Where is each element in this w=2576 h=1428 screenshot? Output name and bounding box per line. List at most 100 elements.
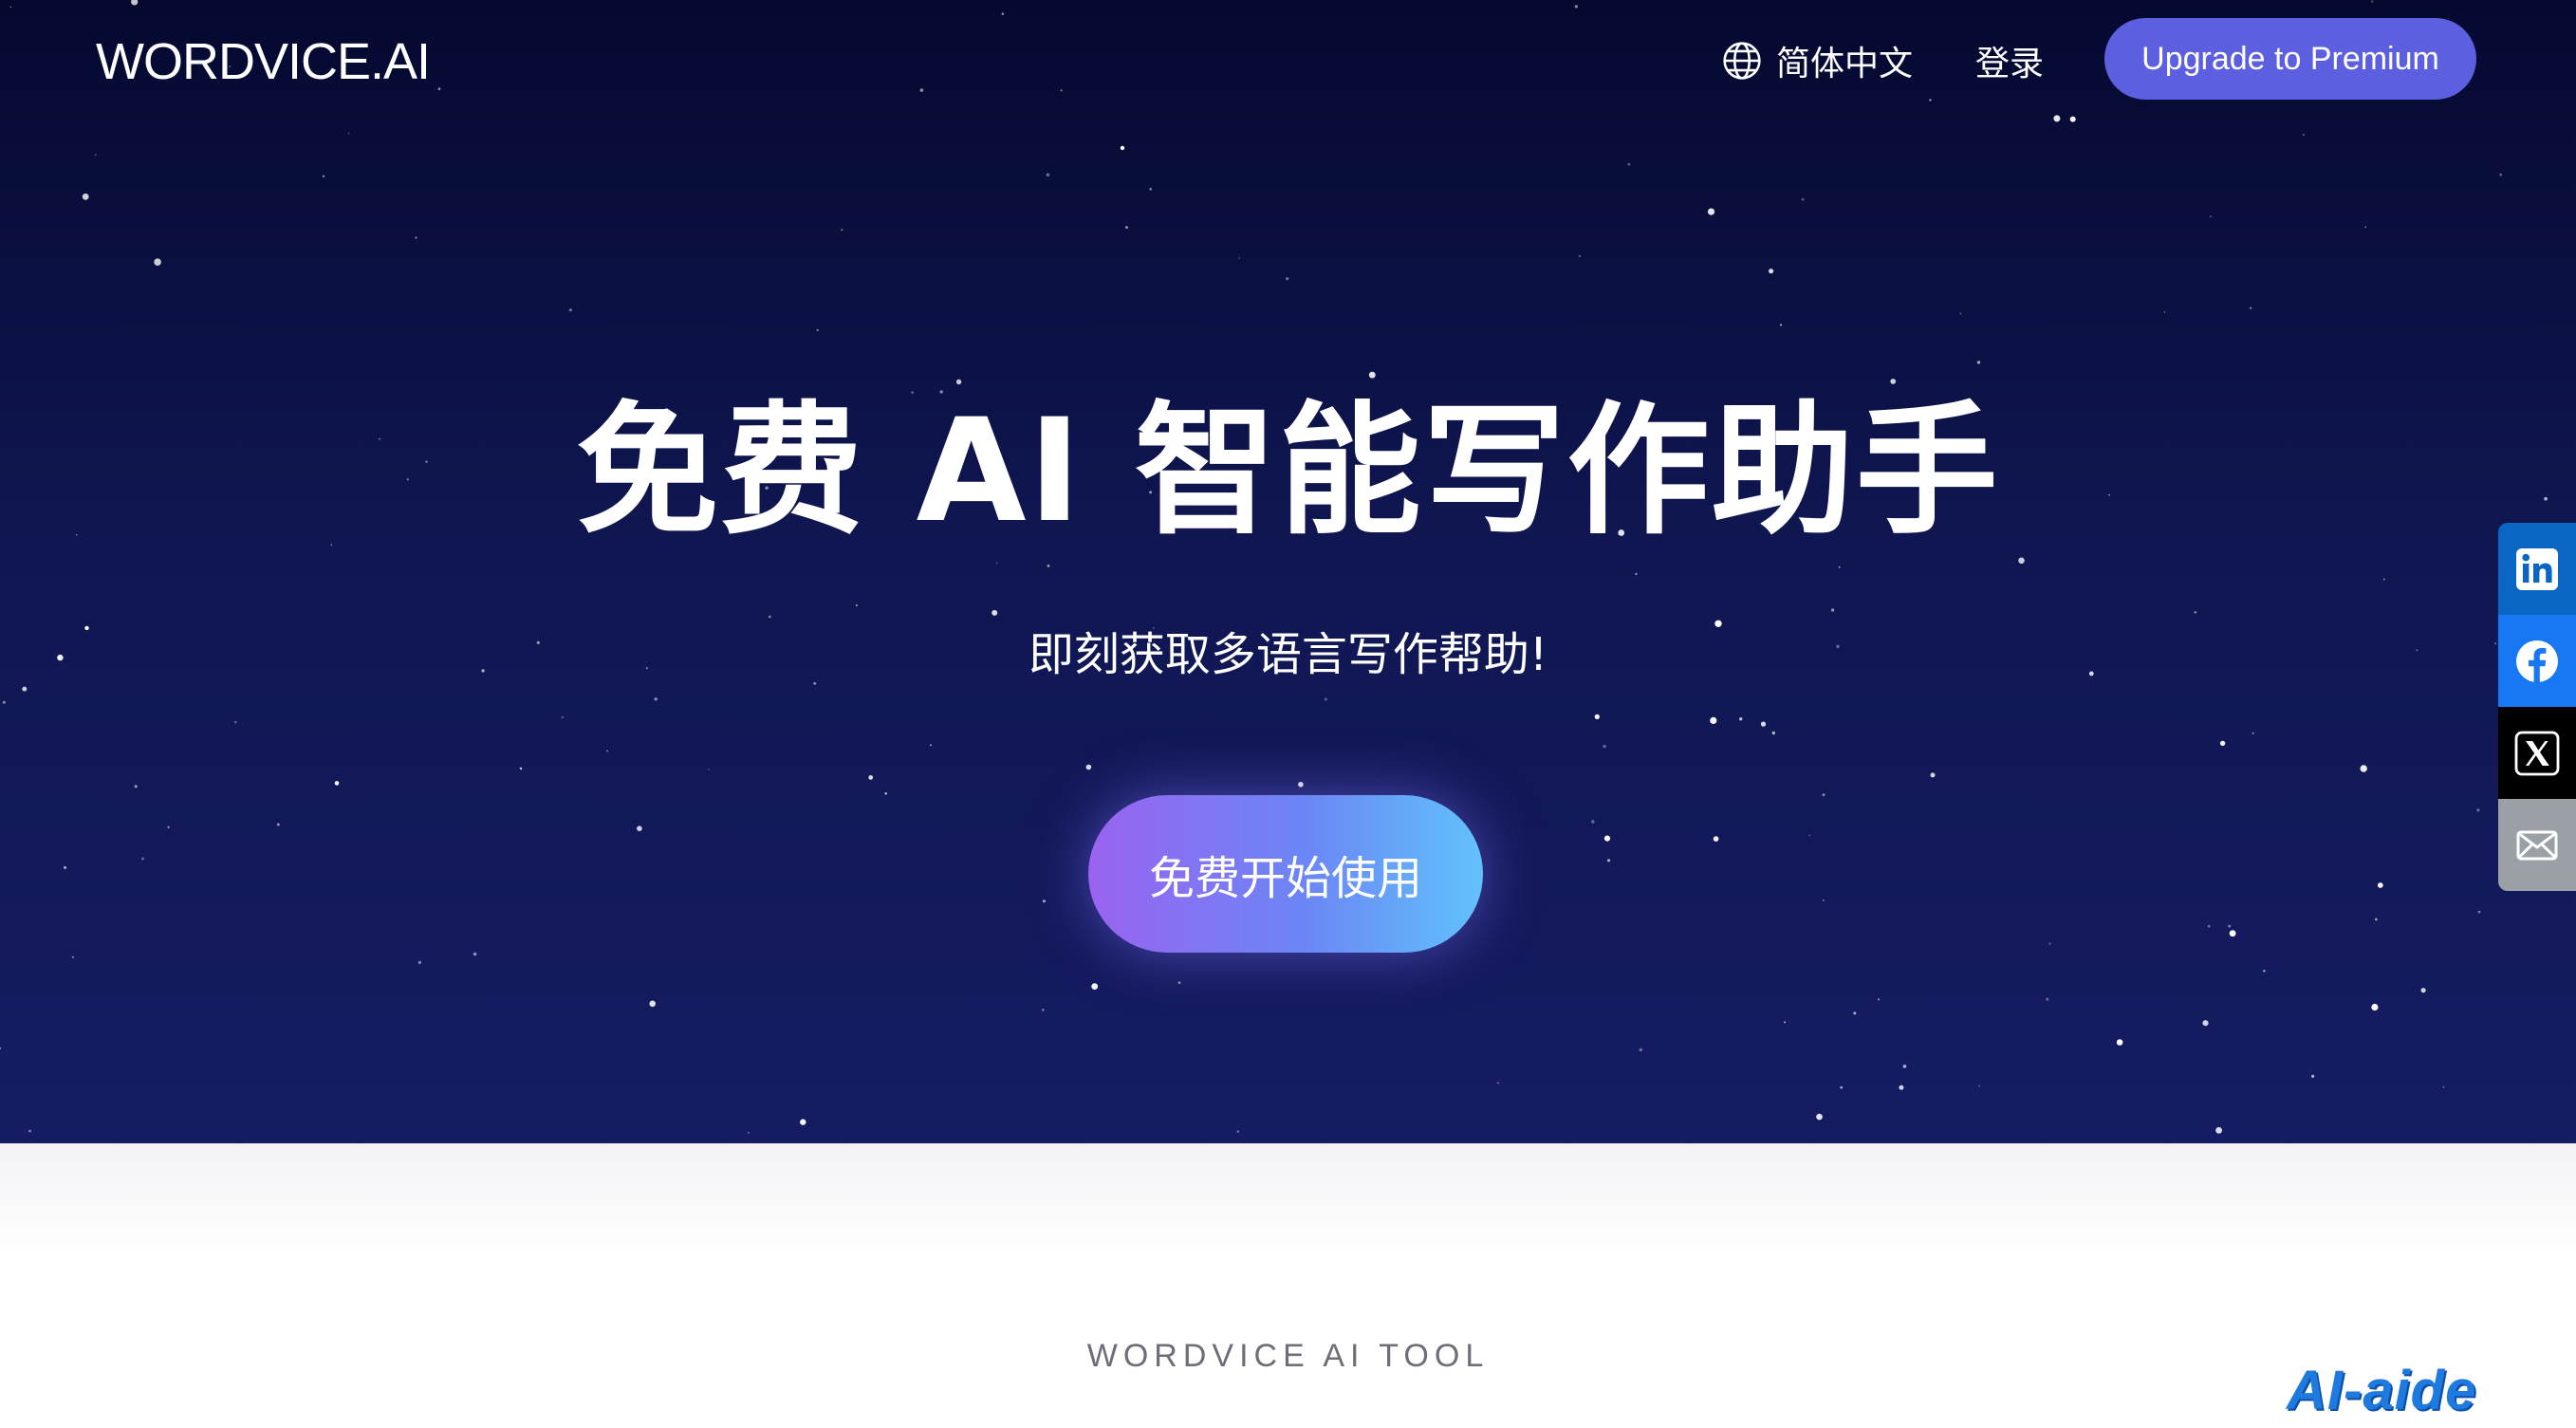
star	[1801, 197, 1805, 201]
star	[2209, 215, 2212, 218]
star	[2382, 578, 2385, 581]
star	[2476, 808, 2480, 812]
star	[28, 1129, 31, 1133]
login-link[interactable]: 登录	[1975, 36, 2044, 85]
star	[1085, 764, 1092, 770]
star	[2303, 134, 2305, 136]
star	[1001, 12, 1005, 15]
star	[1125, 226, 1128, 230]
star	[1594, 714, 1600, 720]
star	[1236, 1130, 1240, 1133]
start-free-button[interactable]: 免费开始使用	[1088, 795, 1483, 953]
star	[473, 952, 477, 956]
share-facebook-button[interactable]	[2498, 615, 2576, 707]
star	[347, 132, 350, 135]
star	[1042, 1009, 1045, 1011]
star	[1635, 572, 1638, 576]
star	[1959, 312, 1962, 315]
star	[1046, 173, 1050, 177]
star	[1060, 89, 1063, 92]
star	[322, 175, 325, 178]
star	[71, 955, 74, 958]
star	[2371, 1003, 2379, 1011]
globe-icon	[1723, 42, 1761, 80]
star	[1760, 721, 1767, 727]
star	[437, 87, 441, 91]
star	[930, 744, 932, 747]
star	[131, 0, 139, 6]
star	[1120, 145, 1125, 151]
star	[816, 328, 819, 332]
starfield-background	[0, 0, 2548, 1134]
star	[1286, 277, 1289, 281]
star	[167, 825, 170, 829]
star	[2263, 970, 2266, 973]
star	[1902, 1065, 1907, 1068]
star	[2215, 1126, 2223, 1134]
star	[841, 229, 843, 232]
star	[1930, 772, 1936, 778]
star	[649, 1000, 656, 1008]
facebook-icon	[2516, 640, 2558, 682]
star	[1707, 208, 1715, 215]
star	[2499, 173, 2503, 176]
section-eyebrow-label: WORDVICE AI TOOL	[1086, 1338, 1490, 1374]
star	[1739, 717, 1743, 721]
star	[519, 767, 523, 770]
star	[1976, 361, 1981, 364]
star	[1838, 566, 1841, 568]
star	[1929, 99, 1932, 102]
star	[1047, 565, 1050, 567]
star	[995, 562, 998, 565]
share-x-button[interactable]	[2498, 707, 2576, 799]
star	[2194, 611, 2196, 614]
star	[141, 857, 144, 861]
star	[2219, 740, 2226, 747]
hero-section: WORDVICE.AI 简体中文 登录 Upgrade to Premium 免…	[0, 0, 2576, 1143]
star	[1822, 793, 1825, 797]
share-email-button[interactable]	[2498, 799, 2576, 891]
star	[82, 193, 89, 200]
star	[2360, 765, 2367, 772]
star	[2069, 116, 2076, 122]
star	[1830, 608, 1835, 612]
upgrade-premium-button[interactable]: Upgrade to Premium	[2104, 18, 2476, 100]
star	[1149, 188, 1152, 191]
star	[637, 825, 642, 831]
star	[94, 154, 97, 157]
star	[1627, 162, 1631, 166]
star	[708, 769, 710, 770]
star	[2249, 306, 2252, 309]
star	[1497, 1082, 1499, 1085]
star	[64, 865, 66, 869]
share-linkedin-button[interactable]	[2498, 523, 2576, 615]
language-selector[interactable]: 简体中文	[1721, 36, 1913, 85]
star	[855, 604, 858, 606]
star	[1771, 731, 1776, 735]
star	[1713, 836, 1719, 842]
ai-aide-watermark: AI-aide	[2287, 1360, 2477, 1421]
star	[2252, 732, 2254, 735]
star	[1808, 834, 1811, 837]
wordvice-logo[interactable]: WORDVICE.AI	[96, 32, 431, 91]
linkedin-icon	[2516, 547, 2558, 590]
star	[1840, 1085, 1844, 1089]
star	[1177, 981, 1181, 984]
star	[2202, 1020, 2209, 1027]
star	[2371, 0, 2374, 3]
star	[1899, 1085, 1904, 1090]
section-divider	[0, 1143, 2576, 1257]
star	[1238, 257, 1240, 259]
star	[1607, 859, 1611, 862]
star	[868, 775, 874, 780]
star	[991, 609, 998, 616]
star	[415, 236, 417, 239]
star	[1853, 1011, 1857, 1015]
star	[884, 792, 887, 795]
star	[2229, 930, 2236, 937]
language-label: 简体中文	[1776, 45, 1914, 83]
star	[2116, 1039, 2123, 1046]
star	[748, 1131, 750, 1134]
star	[561, 715, 564, 719]
star	[1368, 371, 1376, 379]
